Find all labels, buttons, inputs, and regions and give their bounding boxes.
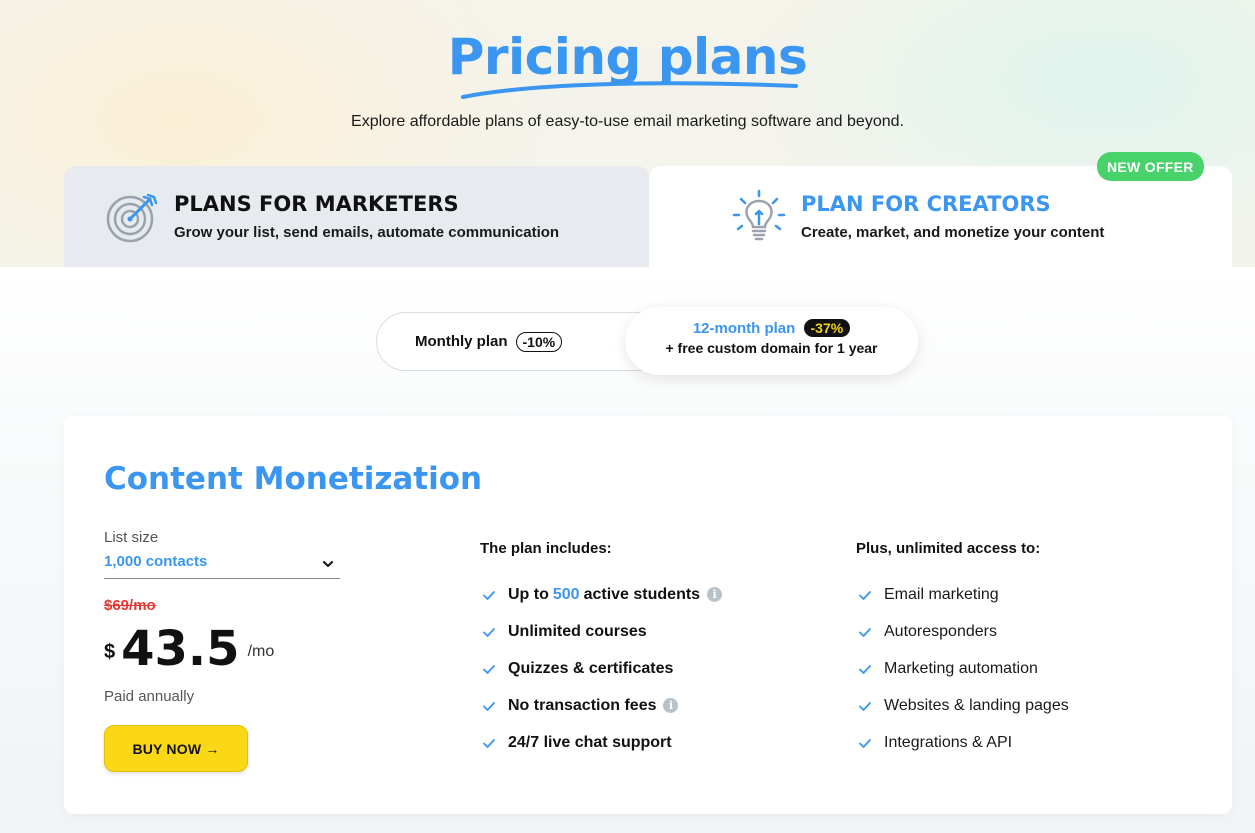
check-icon <box>483 664 495 674</box>
check-icon <box>859 664 871 674</box>
info-icon[interactable]: i <box>707 587 723 602</box>
annual-label-row: 12-month plan -37% <box>625 319 918 337</box>
title-underline <box>461 81 798 99</box>
check-icon <box>859 627 871 637</box>
feature-text: Email marketing <box>884 585 999 603</box>
feature-highlight: 500 <box>552 585 580 603</box>
buy-now-button[interactable]: BUY NOW → <box>104 725 248 772</box>
tab-text: PLAN FOR CREATORS Create, market, and mo… <box>801 192 1104 241</box>
plan-name: Content Monetization <box>104 461 483 497</box>
feature-text: Integrations & API <box>884 733 1013 751</box>
old-price: $69/mo <box>104 597 156 614</box>
feature-text: Websites & landing pages <box>884 696 1069 714</box>
feature-text: Unlimited courses <box>508 622 647 640</box>
list-item: Integrations & API <box>858 724 1069 761</box>
tab-title: PLANS FOR MARKETERS <box>174 192 459 216</box>
unlimited-heading: Plus, unlimited access to: <box>856 540 1041 557</box>
feature-text-post: active students <box>583 585 701 603</box>
list-item: Marketing automation <box>858 650 1069 687</box>
includes-list: Up to 500 active students i Unlimited co… <box>482 576 723 761</box>
feature-text: Marketing automation <box>884 659 1038 677</box>
check-icon <box>859 738 871 748</box>
price-currency: $ <box>104 641 116 663</box>
price: $ 43.5 /mo <box>104 621 275 677</box>
check-icon <box>859 590 871 600</box>
check-icon <box>859 701 871 711</box>
billing-option-annual[interactable]: 12-month plan -37% + free custom domain … <box>625 307 918 375</box>
feature-text: 24/7 live chat support <box>508 733 672 751</box>
list-item: Up to 500 active students i <box>482 576 723 613</box>
list-item: No transaction fees i <box>482 687 722 724</box>
billing-note: Paid annually <box>104 688 195 705</box>
tab-description: Create, market, and monetize your conten… <box>801 224 1105 241</box>
feature-text: No transaction fees <box>508 696 657 714</box>
feature-text: Autoresponders <box>884 622 997 640</box>
list-item: Quizzes & certificates <box>482 650 722 687</box>
list-item: Websites & landing pages <box>858 687 1069 724</box>
annual-label: 12-month plan <box>692 320 796 337</box>
lightbulb-icon <box>732 189 786 240</box>
list-item: Autoresponders <box>858 613 1069 650</box>
check-icon <box>483 701 495 711</box>
annual-extra: + free custom domain for 1 year <box>665 340 878 356</box>
list-size-label: List size <box>104 529 159 546</box>
tab-plans-for-marketers[interactable]: PLANS FOR MARKETERS Grow your list, send… <box>64 166 649 267</box>
tab-title: PLAN FOR CREATORS <box>801 192 1051 216</box>
feature-text-pre: Up to <box>508 585 549 603</box>
price-period: /mo <box>247 643 275 660</box>
target-icon <box>106 193 158 242</box>
list-size-value: 1,000 contacts <box>104 553 208 570</box>
includes-heading: The plan includes: <box>480 540 612 557</box>
monthly-label: Monthly plan <box>415 333 508 350</box>
check-icon <box>483 738 495 748</box>
tab-description: Grow your list, send emails, automate co… <box>174 224 560 241</box>
monthly-discount-badge: -10% <box>515 331 563 352</box>
chevron-down-icon <box>323 561 333 567</box>
annual-discount-badge: -37% <box>803 319 851 337</box>
check-icon <box>483 590 495 600</box>
billing-option-monthly[interactable]: Monthly plan -10% <box>376 312 636 371</box>
list-item: 24/7 live chat support <box>482 724 722 761</box>
page-subtitle: Explore affordable plans of easy-to-use … <box>351 113 904 130</box>
info-icon[interactable]: i <box>663 698 679 713</box>
tab-text: PLANS FOR MARKETERS Grow your list, send… <box>174 192 559 241</box>
feature-text: Quizzes & certificates <box>508 659 674 677</box>
tab-plan-for-creators[interactable]: PLAN FOR CREATORS Create, market, and mo… <box>649 166 1232 267</box>
list-item: Email marketing <box>858 576 1069 613</box>
list-item: Unlimited courses <box>482 613 722 650</box>
list-size-dropdown[interactable]: 1,000 contacts <box>104 553 340 579</box>
new-offer-badge: NEW OFFER <box>1097 152 1204 181</box>
unlimited-list: Email marketing Autoresponders Marketing… <box>858 576 1069 761</box>
check-icon <box>483 627 495 637</box>
price-amount: 43.5 <box>121 621 240 677</box>
